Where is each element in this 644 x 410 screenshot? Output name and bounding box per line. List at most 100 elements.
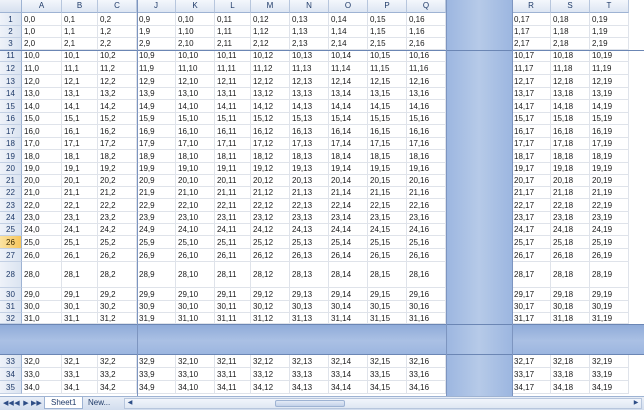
cell-l28[interactable]: 28,11 <box>215 262 251 288</box>
cell-k13[interactable]: 12,10 <box>176 75 215 88</box>
scroll-thumb[interactable] <box>275 400 345 407</box>
row-header-2[interactable]: 2 <box>0 26 22 38</box>
cell-n31[interactable]: 30,13 <box>290 301 329 313</box>
cell-p2[interactable]: 1,15 <box>368 26 407 38</box>
cell-a1[interactable]: 0,0 <box>22 13 62 26</box>
cell-c25[interactable]: 24,2 <box>98 224 137 236</box>
cell-p19[interactable]: 18,15 <box>368 150 407 163</box>
row-header-3[interactable]: 3 <box>0 38 22 50</box>
prev-sheet-icon[interactable]: ◀ <box>13 398 21 409</box>
sheet-tab-sheet1[interactable]: Sheet1 <box>44 397 84 409</box>
cell-s3[interactable]: 2,18 <box>551 38 590 50</box>
cell-j32[interactable]: 31,9 <box>137 313 176 324</box>
row-header-25[interactable]: 25 <box>0 224 22 236</box>
cell-l27[interactable]: 26,11 <box>215 249 251 262</box>
column-header-q[interactable]: Q <box>407 0 446 13</box>
cell-c22[interactable]: 21,2 <box>98 187 137 199</box>
cell-s27[interactable]: 26,18 <box>551 249 590 262</box>
cell-b20[interactable]: 19,1 <box>62 163 98 175</box>
column-header-t[interactable]: T <box>590 0 629 13</box>
cell-s35[interactable]: 34,18 <box>551 381 590 394</box>
cell-r12[interactable]: 11,17 <box>512 62 551 75</box>
cell-r3[interactable]: 2,17 <box>512 38 551 50</box>
row-header-22[interactable]: 22 <box>0 187 22 199</box>
cell-t15[interactable]: 14,19 <box>590 100 629 113</box>
cell-r23[interactable]: 22,17 <box>512 199 551 212</box>
cell-r27[interactable]: 26,17 <box>512 249 551 262</box>
cell-p13[interactable]: 12,15 <box>368 75 407 88</box>
cell-b25[interactable]: 24,1 <box>62 224 98 236</box>
cell-k34[interactable]: 33,10 <box>176 368 215 381</box>
cell-l33[interactable]: 32,11 <box>215 355 251 368</box>
cell-r11[interactable]: 10,17 <box>512 50 551 62</box>
cell-o13[interactable]: 12,14 <box>329 75 368 88</box>
cell-r24[interactable]: 23,17 <box>512 212 551 224</box>
row-header-19[interactable]: 19 <box>0 150 22 163</box>
cell-j26[interactable]: 25,9 <box>137 236 176 249</box>
column-header-k[interactable]: K <box>176 0 215 13</box>
cell-k1[interactable]: 0,10 <box>176 13 215 26</box>
cell-c19[interactable]: 18,2 <box>98 150 137 163</box>
cell-m12[interactable]: 11,12 <box>251 62 290 75</box>
cell-l23[interactable]: 22,11 <box>215 199 251 212</box>
cell-r22[interactable]: 21,17 <box>512 187 551 199</box>
cell-p23[interactable]: 22,15 <box>368 199 407 212</box>
row-header-13[interactable]: 13 <box>0 75 22 88</box>
cell-k14[interactable]: 13,10 <box>176 88 215 100</box>
cell-r1[interactable]: 0,17 <box>512 13 551 26</box>
cell-l13[interactable]: 12,11 <box>215 75 251 88</box>
cell-m32[interactable]: 31,12 <box>251 313 290 324</box>
cell-s12[interactable]: 11,18 <box>551 62 590 75</box>
cell-m21[interactable]: 20,12 <box>251 175 290 187</box>
cell-q19[interactable]: 18,16 <box>407 150 446 163</box>
cell-b34[interactable]: 33,1 <box>62 368 98 381</box>
cell-n15[interactable]: 14,13 <box>290 100 329 113</box>
cell-l11[interactable]: 10,11 <box>215 50 251 62</box>
cell-n26[interactable]: 25,13 <box>290 236 329 249</box>
cell-o20[interactable]: 19,14 <box>329 163 368 175</box>
cell-r30[interactable]: 29,17 <box>512 288 551 301</box>
cell-n2[interactable]: 1,13 <box>290 26 329 38</box>
row-header-31[interactable]: 31 <box>0 301 22 313</box>
cell-l24[interactable]: 23,11 <box>215 212 251 224</box>
cell-k15[interactable]: 14,10 <box>176 100 215 113</box>
cell-m15[interactable]: 14,12 <box>251 100 290 113</box>
cell-j11[interactable]: 10,9 <box>137 50 176 62</box>
cell-k25[interactable]: 24,10 <box>176 224 215 236</box>
cell-b23[interactable]: 22,1 <box>62 199 98 212</box>
cell-s13[interactable]: 12,18 <box>551 75 590 88</box>
cell-m28[interactable]: 28,12 <box>251 262 290 288</box>
cell-j25[interactable]: 24,9 <box>137 224 176 236</box>
cell-q21[interactable]: 20,16 <box>407 175 446 187</box>
cell-o24[interactable]: 23,14 <box>329 212 368 224</box>
cell-r13[interactable]: 12,17 <box>512 75 551 88</box>
cell-s11[interactable]: 10,18 <box>551 50 590 62</box>
cell-q12[interactable]: 11,16 <box>407 62 446 75</box>
cell-q16[interactable]: 15,16 <box>407 113 446 125</box>
cell-l30[interactable]: 29,11 <box>215 288 251 301</box>
cell-p1[interactable]: 0,15 <box>368 13 407 26</box>
cell-b32[interactable]: 31,1 <box>62 313 98 324</box>
cell-s22[interactable]: 21,18 <box>551 187 590 199</box>
cell-o33[interactable]: 32,14 <box>329 355 368 368</box>
cell-l20[interactable]: 19,11 <box>215 163 251 175</box>
cell-n11[interactable]: 10,13 <box>290 50 329 62</box>
cell-o16[interactable]: 15,14 <box>329 113 368 125</box>
cell-q18[interactable]: 17,16 <box>407 138 446 150</box>
cell-q35[interactable]: 34,16 <box>407 381 446 394</box>
cell-l2[interactable]: 1,11 <box>215 26 251 38</box>
cell-s31[interactable]: 30,18 <box>551 301 590 313</box>
cell-t13[interactable]: 12,19 <box>590 75 629 88</box>
cell-a18[interactable]: 17,0 <box>22 138 62 150</box>
cell-o12[interactable]: 11,14 <box>329 62 368 75</box>
cell-o31[interactable]: 30,14 <box>329 301 368 313</box>
row-header-24[interactable]: 24 <box>0 212 22 224</box>
cell-j33[interactable]: 32,9 <box>137 355 176 368</box>
cell-p20[interactable]: 19,15 <box>368 163 407 175</box>
cell-t34[interactable]: 33,19 <box>590 368 629 381</box>
cell-b13[interactable]: 12,1 <box>62 75 98 88</box>
cell-b24[interactable]: 23,1 <box>62 212 98 224</box>
cell-c11[interactable]: 10,2 <box>98 50 137 62</box>
cell-o14[interactable]: 13,14 <box>329 88 368 100</box>
cell-n25[interactable]: 24,13 <box>290 224 329 236</box>
